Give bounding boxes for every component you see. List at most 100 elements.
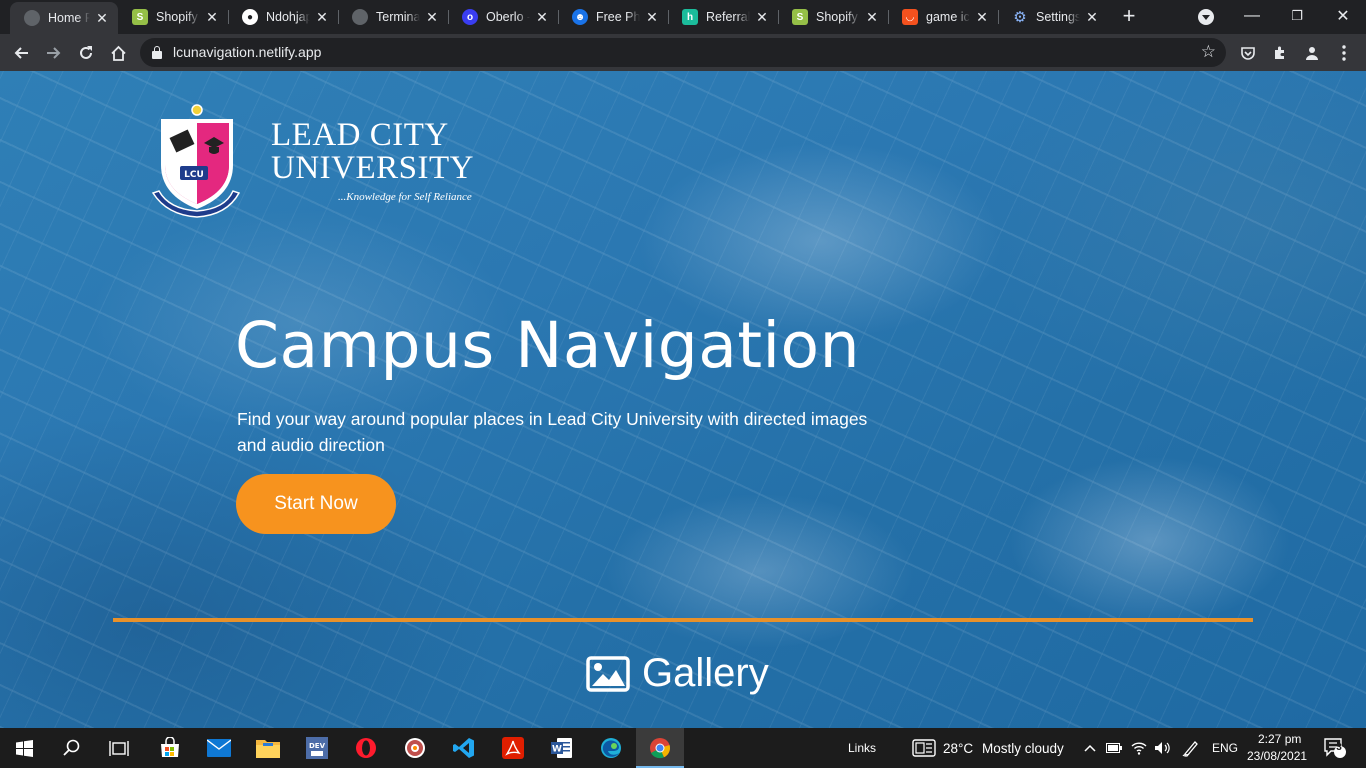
home-icon	[110, 45, 126, 61]
media-player-icon[interactable]	[403, 736, 427, 760]
file-explorer-icon[interactable]	[256, 736, 280, 760]
close-window-button[interactable]: ✕	[1320, 0, 1366, 32]
back-button[interactable]	[8, 40, 34, 66]
clock-time[interactable]: 2:27 pm	[1258, 732, 1301, 746]
tab-github[interactable]: ● Ndohjapan ✕	[228, 0, 338, 34]
wifi-icon[interactable]	[1129, 736, 1149, 760]
oberlo-icon: o	[462, 9, 478, 25]
referrals-icon: h	[682, 9, 698, 25]
notification-count: 3	[1336, 742, 1342, 753]
minimize-button[interactable]: —	[1229, 0, 1275, 32]
close-icon[interactable]: ✕	[534, 9, 550, 25]
tab-game-icons[interactable]: ◡ game icons ✕	[888, 0, 998, 34]
profile-button[interactable]	[1299, 40, 1325, 66]
task-view-icon[interactable]	[107, 736, 131, 760]
acrobat-icon[interactable]	[501, 736, 525, 760]
back-arrow-icon	[14, 47, 28, 59]
game-icons-icon: ◡	[902, 9, 918, 25]
links-toolbar[interactable]: Links	[848, 741, 876, 755]
pocket-icon	[1241, 47, 1255, 60]
volume-icon[interactable]	[1152, 736, 1172, 760]
chrome-icon[interactable]	[648, 736, 672, 760]
url-text: lcunavigation.netlify.app	[173, 44, 322, 60]
puzzle-icon	[1275, 46, 1284, 59]
mail-icon[interactable]	[207, 736, 231, 760]
shopify-icon: S	[792, 9, 808, 25]
tab-title: Oberlo -	[486, 10, 530, 24]
shopify-icon: S	[132, 9, 148, 25]
word-icon[interactable]: W	[550, 736, 574, 760]
kebab-menu-icon	[1342, 45, 1346, 61]
svg-text:DEV: DEV	[309, 742, 326, 750]
pen-icon[interactable]	[1180, 736, 1202, 760]
weather-temperature[interactable]: 28°C	[943, 741, 973, 756]
globe-icon	[352, 9, 368, 25]
tab-settings[interactable]: ⚙ Settings ✕	[998, 0, 1108, 34]
tab-title: Shopify	[156, 10, 198, 24]
close-icon[interactable]: ✕	[754, 9, 770, 25]
tab-shopify-partners[interactable]: S Shopify Partners ✕	[778, 0, 888, 34]
tab-title: Settings	[1036, 10, 1080, 24]
tab-oberlo[interactable]: o Oberlo - ✕	[448, 0, 558, 34]
bookmark-star-icon[interactable]: ☆	[1201, 42, 1216, 62]
tab-referrals[interactable]: h Referrals ✕	[668, 0, 778, 34]
section-divider	[113, 618, 1253, 622]
start-icon[interactable]	[12, 736, 36, 760]
close-icon[interactable]: ✕	[864, 9, 880, 25]
tab-title: Referrals	[706, 10, 750, 24]
github-icon: ●	[242, 9, 258, 25]
edge-icon[interactable]	[599, 736, 623, 760]
crest-text: LCU	[184, 170, 204, 180]
hero-section: LCU LEAD CITY UNIVERSITY ...Knowledge fo…	[0, 71, 1366, 728]
menu-button[interactable]	[1331, 40, 1357, 66]
forward-button[interactable]	[41, 40, 67, 66]
input-language[interactable]: ENG	[1212, 741, 1238, 755]
pocket-button[interactable]	[1235, 40, 1261, 66]
extensions-button[interactable]	[1267, 40, 1293, 66]
tab-free-photos[interactable]: ☻ Free Photos ✕	[558, 0, 668, 34]
university-name-line2: UNIVERSITY	[271, 150, 474, 186]
close-icon[interactable]: ✕	[644, 9, 660, 25]
new-tab-button[interactable]: +	[1118, 5, 1140, 27]
close-icon[interactable]: ✕	[314, 9, 330, 25]
store-icon[interactable]	[158, 736, 182, 760]
home-button[interactable]	[105, 40, 131, 66]
university-crest-logo[interactable]: LCU	[147, 103, 241, 221]
tab-title: Home Page	[48, 11, 90, 25]
dev-icon[interactable]: DEV	[305, 736, 329, 760]
reload-icon	[80, 46, 92, 59]
restore-button[interactable]: ❐	[1274, 0, 1320, 32]
battery-icon[interactable]	[1105, 736, 1123, 760]
close-icon[interactable]: ✕	[1084, 9, 1100, 25]
hero-subtitle: Find your way around popular places in L…	[237, 409, 868, 455]
opera-icon[interactable]	[354, 736, 378, 760]
settings-gear-icon: ⚙	[1013, 9, 1027, 26]
close-icon[interactable]: ✕	[424, 9, 440, 25]
reload-button[interactable]	[73, 40, 99, 66]
chevron-up-icon[interactable]	[1081, 736, 1099, 760]
start-now-button[interactable]: Start Now	[236, 474, 396, 534]
clock-date[interactable]: 23/08/2021	[1247, 749, 1307, 763]
address-bar[interactable]: lcunavigation.netlify.app ☆	[140, 38, 1226, 67]
tab-search-icon[interactable]	[1198, 9, 1214, 25]
globe-icon	[24, 10, 40, 26]
tab-shopify[interactable]: S Shopify ✕	[118, 0, 228, 34]
browser-toolbar: lcunavigation.netlify.app ☆	[0, 34, 1366, 71]
search-icon[interactable]	[60, 736, 84, 760]
university-name-line1: LEAD CITY	[271, 117, 449, 153]
weather-condition[interactable]: Mostly cloudy	[982, 741, 1064, 756]
close-icon[interactable]: ✕	[974, 9, 990, 25]
windows-taskbar: DEV W Links 28°C Mostly cloudy ENG 2:27 …	[0, 728, 1366, 768]
notification-center-icon[interactable]: 3	[1323, 736, 1349, 760]
close-icon[interactable]: ✕	[94, 10, 110, 26]
vscode-icon[interactable]	[452, 736, 476, 760]
tab-terminal[interactable]: Terminal ✕	[338, 0, 448, 34]
tab-title: Terminal	[376, 10, 420, 24]
page-title: Campus Navigation	[235, 309, 861, 382]
lock-icon	[152, 46, 162, 59]
university-tagline: ...Knowledge for Self Reliance	[338, 191, 472, 203]
close-icon[interactable]: ✕	[204, 9, 220, 25]
gallery-heading[interactable]: Gallery	[586, 651, 769, 696]
weather-icon[interactable]	[911, 736, 937, 760]
tab-home-page[interactable]: Home Page ✕	[10, 2, 118, 34]
